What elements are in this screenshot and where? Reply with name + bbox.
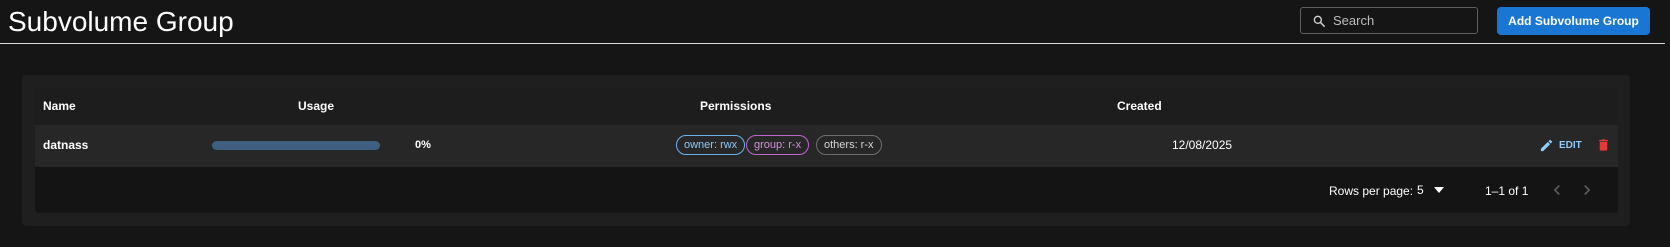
edit-button[interactable]: EDIT: [1555, 135, 1586, 155]
permission-chip-others: others: r-x: [816, 135, 882, 155]
column-header-permissions: Permissions: [700, 99, 772, 113]
chevron-down-icon: [1434, 187, 1444, 193]
column-header-created: Created: [1117, 99, 1162, 113]
rows-per-page-label: Rows per page:: [1329, 184, 1414, 198]
usage-percent: 0%: [415, 139, 431, 151]
header-divider: [0, 43, 1665, 44]
permission-chip-group: group: r-x: [746, 135, 810, 155]
page-header: Subvolume Group Add Subvolume Group: [0, 0, 1670, 44]
search-icon: [1313, 15, 1326, 28]
row-name: datnass: [43, 138, 89, 152]
pagination-range: 1–1 of 1: [1485, 184, 1529, 198]
search-input[interactable]: [1333, 9, 1473, 32]
chevron-right-icon[interactable]: [1577, 180, 1597, 200]
rows-per-page-value: 5: [1417, 183, 1424, 197]
permission-chip-owner: owner: rwx: [676, 135, 746, 155]
subvolume-group-table: Name Usage Permissions Created datnass 0…: [35, 89, 1618, 213]
row-created-date: 12/08/2025: [1172, 138, 1233, 152]
search-box[interactable]: [1300, 7, 1478, 34]
table-header: Name Usage Permissions Created: [35, 89, 1618, 125]
trash-icon[interactable]: [1596, 137, 1611, 153]
chevron-left-icon[interactable]: [1547, 180, 1567, 200]
add-subvolume-group-button[interactable]: Add Subvolume Group: [1497, 7, 1650, 35]
page-title: Subvolume Group: [8, 6, 234, 37]
column-header-name: Name: [43, 99, 76, 113]
rows-per-page-select[interactable]: 5: [1417, 179, 1457, 201]
pencil-icon[interactable]: [1539, 138, 1554, 153]
usage-progress-bar: [212, 141, 380, 150]
table-pagination: Rows per page: 5 1–1 of 1: [35, 167, 1618, 213]
table-row: datnass 0% owner: rwx group: r-x others:…: [35, 125, 1618, 167]
column-header-usage: Usage: [298, 99, 335, 113]
